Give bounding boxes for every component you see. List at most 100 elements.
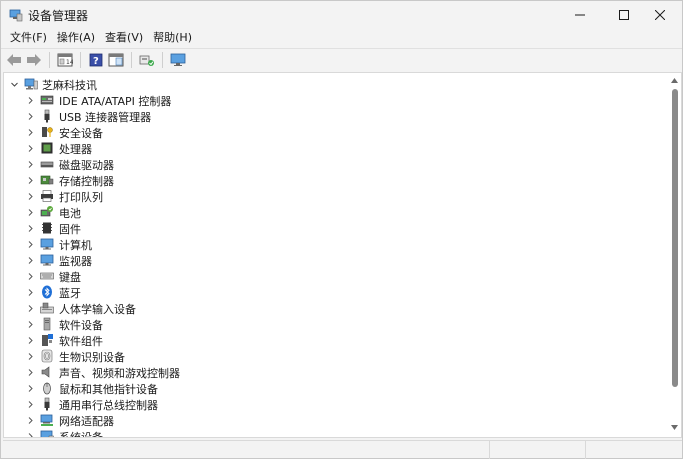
scroll-down-arrow-icon[interactable] bbox=[671, 425, 678, 430]
chevron-right-icon[interactable] bbox=[26, 352, 35, 361]
chevron-right-icon[interactable] bbox=[26, 288, 35, 297]
ide-controller-icon bbox=[40, 95, 54, 105]
tree-item-label: 人体学输入设备 bbox=[59, 303, 136, 316]
properties-button[interactable]: 14 bbox=[55, 50, 75, 70]
tree-item-biometric[interactable]: 生物识别设备 bbox=[4, 348, 664, 364]
tree-item-security[interactable]: 安全设备 bbox=[4, 124, 664, 140]
menu-file[interactable]: 文件(F) bbox=[5, 29, 52, 47]
status-segment bbox=[586, 441, 680, 459]
tree-item-label: 生物识别设备 bbox=[59, 351, 125, 364]
tree-item-network[interactable]: 网络适配器 bbox=[4, 412, 664, 428]
tree-item-label: 网络适配器 bbox=[59, 415, 114, 428]
tree-item-processor[interactable]: 处理器 bbox=[4, 140, 664, 156]
usb-controller-icon bbox=[44, 397, 50, 411]
tree-item-software-component[interactable]: 软件组件 bbox=[4, 332, 664, 348]
vertical-scrollbar[interactable] bbox=[668, 73, 681, 437]
firmware-icon bbox=[42, 222, 52, 234]
title-bar[interactable]: 设备管理器 bbox=[1, 1, 682, 29]
usb-icon bbox=[44, 109, 50, 123]
tree-item-printer[interactable]: 打印队列 bbox=[4, 188, 664, 204]
tree-item-monitor[interactable]: 监视器 bbox=[4, 252, 664, 268]
chevron-right-icon[interactable] bbox=[26, 144, 35, 153]
chevron-right-icon[interactable] bbox=[26, 224, 35, 233]
tree-item-keyboard[interactable]: 键盘 bbox=[4, 268, 664, 284]
menu-view[interactable]: 查看(V) bbox=[100, 29, 148, 47]
chevron-right-icon[interactable] bbox=[26, 112, 35, 121]
chevron-right-icon[interactable] bbox=[26, 416, 35, 425]
scroll-up-arrow-icon[interactable] bbox=[671, 78, 678, 83]
properties-icon: 14 bbox=[57, 53, 73, 66]
tree-root[interactable]: 芝麻科技讯 bbox=[4, 76, 664, 92]
tree-item-label: 磁盘驱动器 bbox=[59, 159, 114, 172]
printer-icon bbox=[41, 190, 53, 202]
tree-item-label: 键盘 bbox=[59, 271, 81, 284]
chevron-right-icon[interactable] bbox=[26, 304, 35, 313]
chevron-right-icon[interactable] bbox=[26, 208, 35, 217]
chevron-right-icon[interactable] bbox=[26, 256, 35, 265]
chevron-right-icon[interactable] bbox=[26, 320, 35, 329]
scan-hardware-button[interactable] bbox=[137, 50, 157, 70]
menu-help[interactable]: 帮助(H) bbox=[148, 29, 197, 47]
menu-action[interactable]: 操作(A) bbox=[52, 29, 100, 47]
device-manager-icon bbox=[9, 9, 23, 22]
tree-item-disk[interactable]: 磁盘驱动器 bbox=[4, 156, 664, 172]
forward-arrow-icon bbox=[27, 53, 41, 66]
tree-item-hid[interactable]: 人体学输入设备 bbox=[4, 300, 664, 316]
tree-item-ide[interactable]: IDE ATA/ATAPI 控制器 bbox=[4, 92, 664, 108]
forward-button[interactable] bbox=[24, 50, 44, 70]
chevron-right-icon[interactable] bbox=[26, 272, 35, 281]
chevron-right-icon[interactable] bbox=[26, 160, 35, 169]
chevron-right-icon[interactable] bbox=[26, 176, 35, 185]
maximize-icon bbox=[619, 10, 629, 20]
status-segment bbox=[3, 441, 490, 459]
chevron-right-icon[interactable] bbox=[26, 192, 35, 201]
tree-item-firmware[interactable]: 固件 bbox=[4, 220, 664, 236]
computer-icon bbox=[40, 238, 54, 250]
close-button[interactable] bbox=[638, 1, 682, 29]
tree-item-battery[interactable]: 电池 bbox=[4, 204, 664, 220]
back-button[interactable] bbox=[4, 50, 24, 70]
view-button[interactable] bbox=[106, 50, 126, 70]
chevron-down-icon[interactable] bbox=[10, 80, 19, 89]
tree-item-bluetooth[interactable]: 蓝牙 bbox=[4, 284, 664, 300]
chevron-right-icon[interactable] bbox=[26, 128, 35, 137]
svg-text:14: 14 bbox=[66, 59, 73, 66]
tree-item-label: 监视器 bbox=[59, 255, 92, 268]
svg-text:?: ? bbox=[93, 56, 99, 67]
tree-item-label: IDE ATA/ATAPI 控制器 bbox=[59, 95, 172, 108]
toolbar: 14 ? bbox=[1, 48, 682, 70]
chevron-right-icon[interactable] bbox=[26, 336, 35, 345]
tree-item-label: 系统设备 bbox=[59, 431, 103, 438]
tree-item-label: 计算机 bbox=[59, 239, 92, 252]
software-device-icon bbox=[43, 317, 51, 331]
monitor-button[interactable] bbox=[168, 50, 188, 70]
tree-item-usb-controller[interactable]: 通用串行总线控制器 bbox=[4, 396, 664, 412]
tree-item-sound[interactable]: 声音、视频和游戏控制器 bbox=[4, 364, 664, 380]
chevron-right-icon[interactable] bbox=[26, 96, 35, 105]
chevron-right-icon[interactable] bbox=[26, 400, 35, 409]
toolbar-separator bbox=[162, 51, 163, 68]
close-icon bbox=[655, 10, 665, 20]
chevron-right-icon[interactable] bbox=[26, 432, 35, 437]
device-manager-window: 设备管理器 文件(F) 操作(A) 查看(V) 帮助(H) 14 ? 芝麻科技讯… bbox=[0, 0, 683, 459]
minimize-button[interactable] bbox=[558, 1, 602, 29]
tree-item-software-device[interactable]: 软件设备 bbox=[4, 316, 664, 332]
toolbar-separator bbox=[49, 51, 50, 68]
tree-item-mouse[interactable]: 鼠标和其他指针设备 bbox=[4, 380, 664, 396]
help-icon: ? bbox=[89, 53, 103, 67]
toolbar-separator bbox=[131, 51, 132, 68]
tree-item-storage[interactable]: 存储控制器 bbox=[4, 172, 664, 188]
chevron-right-icon[interactable] bbox=[26, 384, 35, 393]
tree-item-computer[interactable]: 计算机 bbox=[4, 236, 664, 252]
help-button[interactable]: ? bbox=[86, 50, 106, 70]
chevron-right-icon[interactable] bbox=[26, 368, 35, 377]
tree-item-label: USB 连接器管理器 bbox=[59, 111, 152, 124]
system-device-icon bbox=[40, 430, 54, 437]
chevron-right-icon[interactable] bbox=[26, 240, 35, 249]
tree-item-label: 电池 bbox=[59, 207, 81, 220]
speaker-icon bbox=[41, 366, 50, 378]
tree-item-system[interactable]: 系统设备 bbox=[4, 428, 664, 438]
device-tree-panel[interactable]: 芝麻科技讯 IDE ATA/ATAPI 控制器 USB 连接器管理器 安全设备 bbox=[3, 72, 682, 438]
scrollbar-thumb[interactable] bbox=[672, 89, 678, 387]
tree-item-usb-connector[interactable]: USB 连接器管理器 bbox=[4, 108, 664, 124]
